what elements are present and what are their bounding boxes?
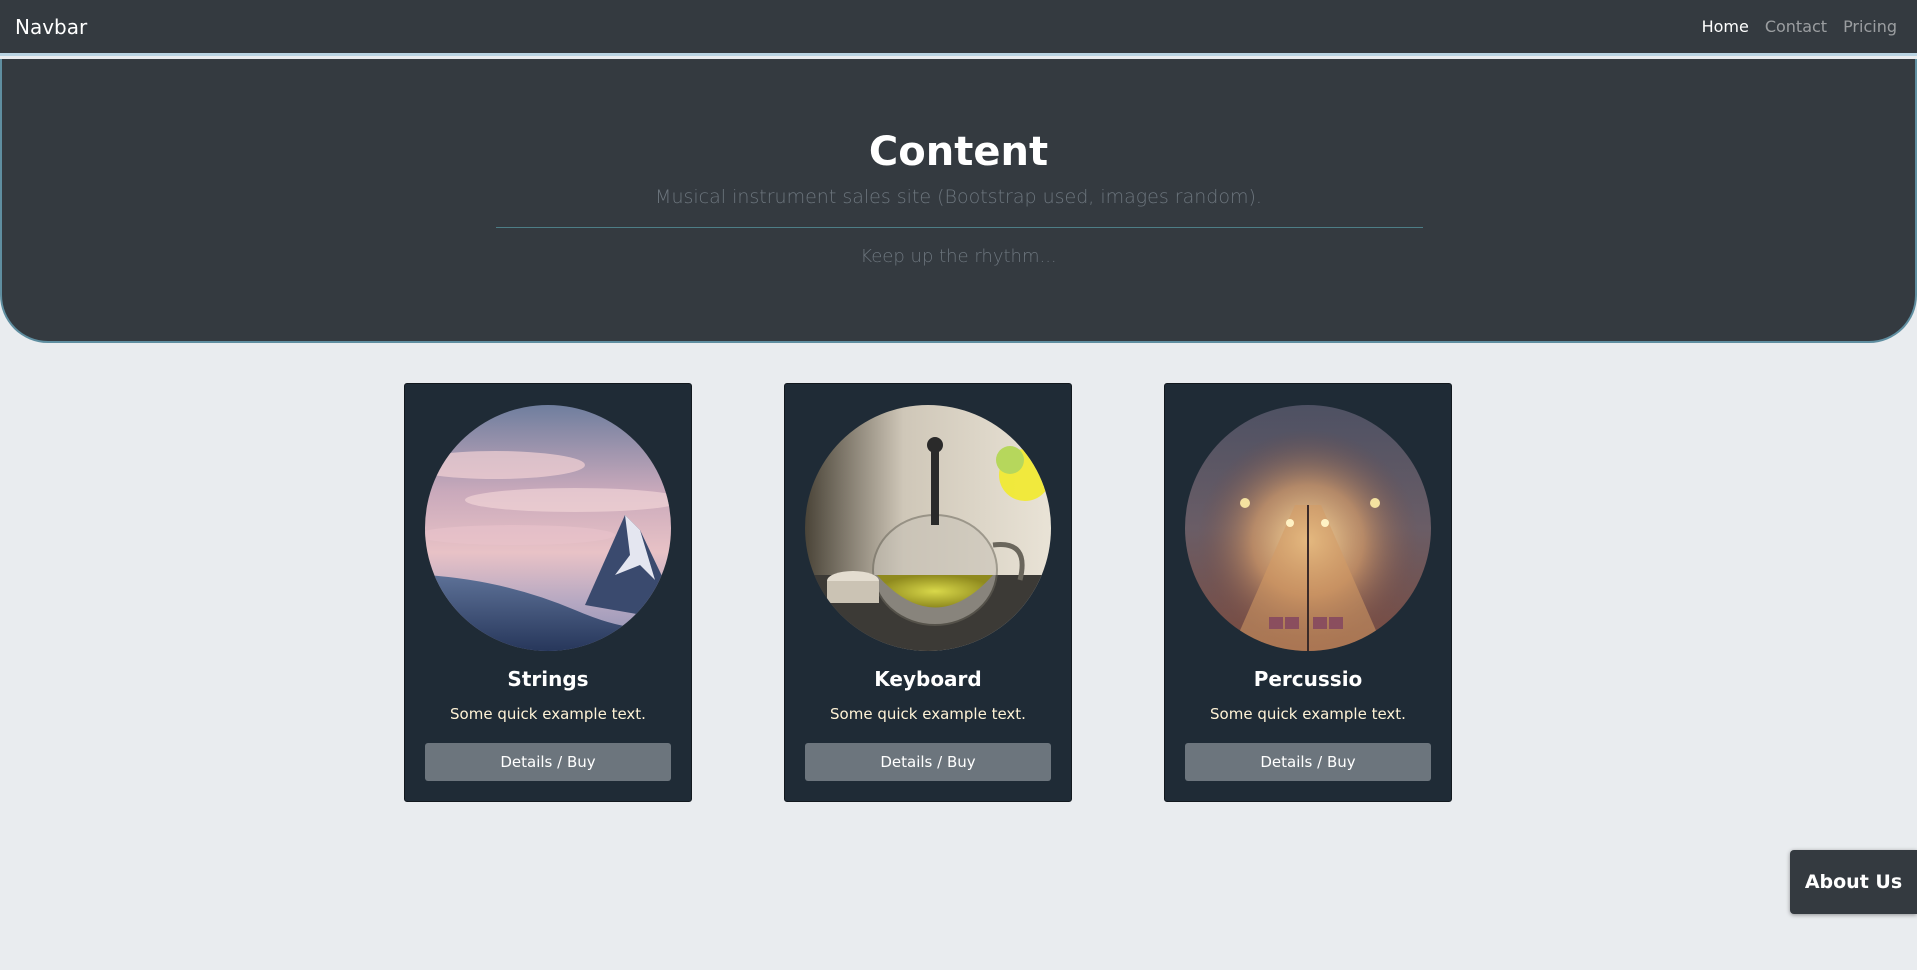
navbar-brand[interactable]: Navbar [15, 15, 87, 39]
product-card-percussio: Percussio Some quick example text. Detai… [1164, 383, 1452, 802]
navbar: Navbar Home Contact Pricing [0, 0, 1917, 56]
about-us-button[interactable]: About Us [1790, 850, 1917, 914]
nav-link-home[interactable]: Home [1702, 17, 1749, 37]
card-title: Percussio [1253, 667, 1363, 691]
details-buy-button[interactable]: Details / Buy [805, 743, 1051, 781]
nav-link-contact[interactable]: Contact [1765, 17, 1827, 37]
card-text: Some quick example text. [830, 705, 1026, 723]
card-image-railway [1185, 405, 1431, 651]
jumbotron-subtext: Keep up the rhythm... [860, 246, 1057, 267]
jumbotron: Content Musical instrument sales site (B… [0, 59, 1917, 343]
card-image-mountain [425, 405, 671, 651]
card-text: Some quick example text. [1210, 705, 1406, 723]
card-title: Keyboard [874, 667, 982, 691]
product-card-keyboard: Keyboard Some quick example text. Detail… [784, 383, 1072, 802]
card-image-teapot [805, 405, 1051, 651]
product-card-strings: Strings Some quick example text. Details… [404, 383, 692, 802]
card-text: Some quick example text. [450, 705, 646, 723]
details-buy-button[interactable]: Details / Buy [425, 743, 671, 781]
nav-links: Home Contact Pricing [1702, 17, 1897, 37]
card-title: Strings [507, 667, 589, 691]
nav-link-pricing[interactable]: Pricing [1843, 17, 1897, 37]
jumbotron-lead: Musical instrument sales site (Bootstrap… [655, 186, 1262, 208]
page-title: Content [868, 129, 1049, 175]
divider [496, 227, 1423, 228]
details-buy-button[interactable]: Details / Buy [1185, 743, 1431, 781]
